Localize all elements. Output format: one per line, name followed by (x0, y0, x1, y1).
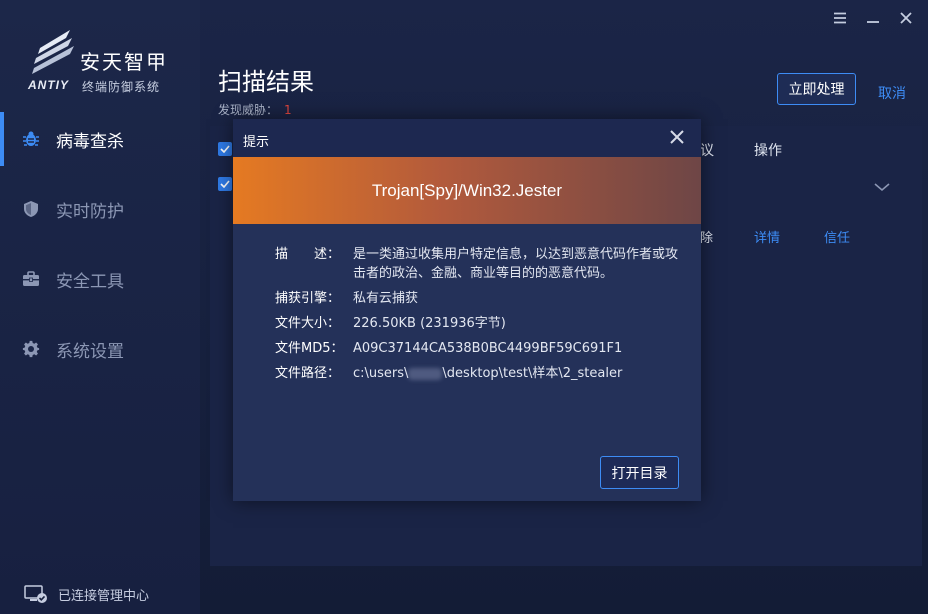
threat-count: 1 (284, 103, 292, 117)
info-label: 文件路径： (275, 366, 341, 381)
info-label: 文件大小： (275, 316, 341, 331)
sidebar-nav: 病毒查杀 实时防护 安全工具 系统设置 (0, 104, 200, 384)
sidebar-item-virus-scan[interactable]: 病毒查杀 (0, 104, 200, 174)
minimize-icon[interactable] (856, 8, 889, 28)
toolbox-icon (23, 271, 39, 286)
shield-icon (24, 201, 38, 217)
sidebar-item-label: 病毒查杀 (56, 131, 124, 152)
brand-subtitle: 终端防御系统 (82, 80, 161, 94)
antiy-logo-icon (32, 30, 74, 74)
trust-link[interactable]: 信任 (824, 227, 850, 246)
info-value: 是一类通过收集用户特定信息，以达到恶意代码作者或攻击者的政治、金融、商业等目的的… (353, 247, 679, 281)
threat-detail-dialog: 提示 Trojan[Spy]/Win32.Jester 描 述： 是一类通过收集… (233, 119, 701, 501)
sidebar-item-label: 安全工具 (56, 271, 124, 292)
open-directory-button[interactable]: 打开目录 (600, 456, 679, 489)
cancel-link[interactable]: 取消 (878, 83, 906, 103)
dialog-header: 提示 (233, 119, 701, 157)
info-row-file-path: 文件路径： c:\users\ \desktop\test\样本\2_steale… (275, 364, 685, 383)
sidebar-item-security-tools[interactable]: 安全工具 (0, 244, 200, 314)
info-value: A09C37144CA538B0BC4499BF59C691F1 (353, 341, 623, 356)
bug-icon (23, 131, 39, 146)
monitor-connected-icon (24, 585, 47, 603)
dialog-title: 提示 (243, 135, 270, 150)
info-row-md5: 文件MD5： A09C37144CA538B0BC4499BF59C691F1 (275, 339, 685, 358)
row-action-delete[interactable]: 除 (700, 227, 713, 246)
threat-info: 描 述： 是一类通过收集用户特定信息，以达到恶意代码作者或攻击者的政治、金融、商… (275, 245, 685, 389)
sidebar-item-label: 实时防护 (56, 201, 124, 222)
window-controls (823, 8, 922, 28)
info-label: 捕获引擎： (275, 291, 341, 306)
details-link[interactable]: 详情 (754, 227, 780, 246)
brand-name: 安天智甲 (80, 50, 168, 74)
column-header-operation: 操作 (754, 143, 782, 159)
handle-now-button[interactable]: 立即处理 (777, 73, 856, 105)
sidebar-item-realtime-protection[interactable]: 实时防护 (0, 174, 200, 244)
close-icon[interactable] (889, 8, 922, 28)
logo-text: ANTIY (28, 78, 69, 92)
page-title: 扫描结果 (218, 68, 314, 96)
path-suffix: \desktop\test\样本\2_stealer (442, 366, 623, 381)
sidebar-item-system-settings[interactable]: 系统设置 (0, 314, 200, 384)
gear-icon (22, 340, 40, 358)
row-checkbox[interactable] (218, 177, 232, 191)
sidebar: ANTIY 安天智甲 终端防御系统 病毒查杀 实时防护 安全工具 系统设置 已连… (0, 0, 200, 614)
close-icon[interactable] (667, 127, 687, 147)
redacted-username (408, 367, 443, 380)
info-row-description: 描 述： 是一类通过收集用户特定信息，以达到恶意代码作者或攻击者的政治、金融、商… (275, 245, 685, 283)
path-prefix: c:\users\ (353, 366, 409, 381)
sidebar-item-label: 系统设置 (56, 341, 124, 362)
app-window: ANTIY 安天智甲 终端防御系统 病毒查杀 实时防护 安全工具 系统设置 已连… (0, 0, 928, 614)
info-value: 226.50KB (231936字节) (353, 316, 506, 331)
threat-name-banner: Trojan[Spy]/Win32.Jester (233, 157, 701, 224)
info-row-file-size: 文件大小： 226.50KB (231936字节) (275, 314, 685, 333)
menu-icon[interactable] (823, 8, 856, 28)
brand-logo: ANTIY 安天智甲 终端防御系统 (22, 28, 192, 98)
info-value: 私有云捕获 (353, 291, 419, 306)
info-label: 描 述： (275, 247, 341, 262)
chevron-down-icon[interactable] (872, 180, 892, 194)
info-label: 文件MD5： (275, 341, 344, 356)
column-header-suggestion: 议 (700, 143, 714, 159)
info-row-engine: 捕获引擎： 私有云捕获 (275, 289, 685, 308)
connection-status: 已连接管理中心 (24, 584, 149, 604)
select-all-checkbox[interactable] (218, 142, 232, 156)
file-path-value: c:\users\ \desktop\test\样本\2_stealer (353, 364, 622, 383)
threat-summary: 发现威胁： 1 (218, 101, 292, 118)
threat-label: 发现威胁： (218, 103, 279, 117)
connection-status-text: 已连接管理中心 (58, 588, 150, 604)
